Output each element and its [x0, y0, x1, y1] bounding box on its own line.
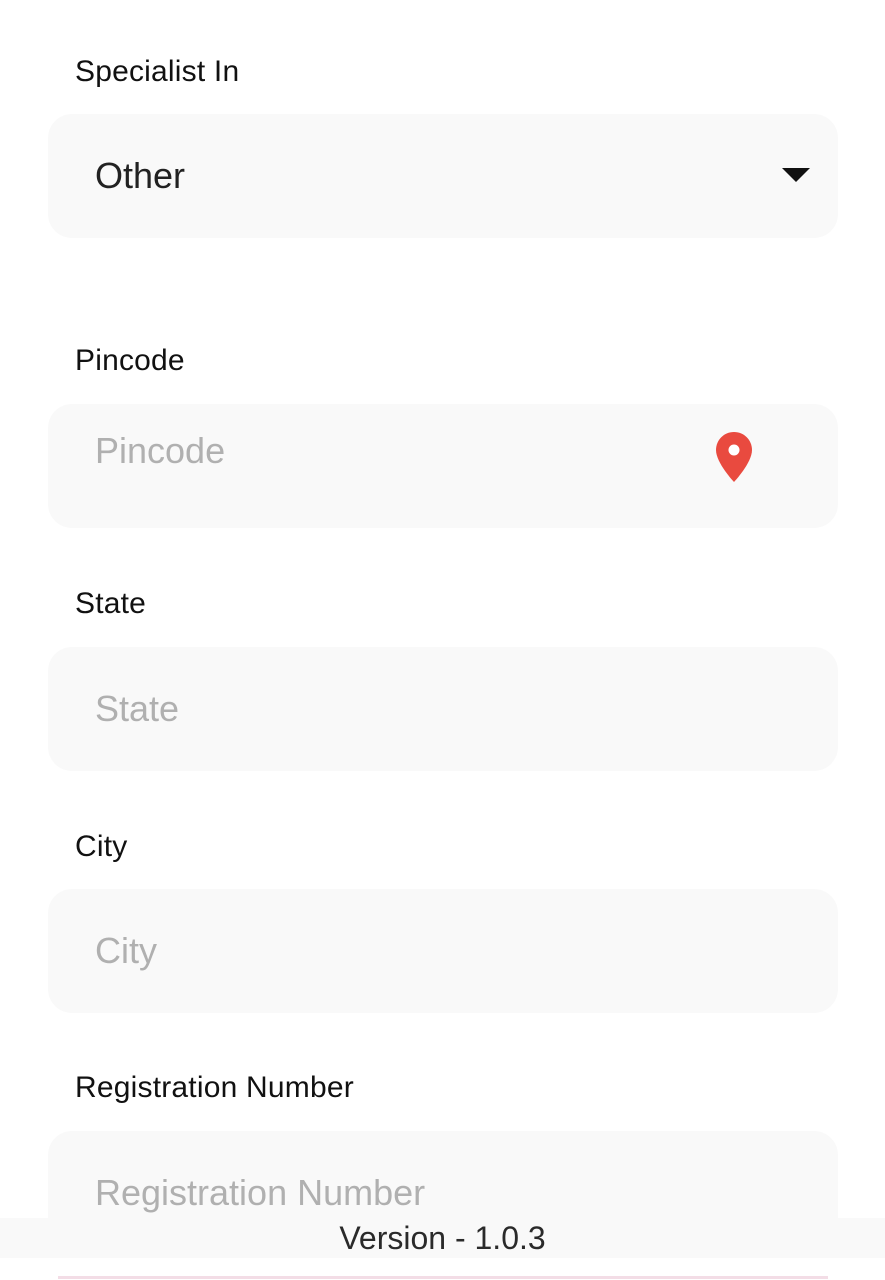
- registration-label: Registration Number: [75, 1071, 354, 1104]
- specialist-selected-value: Other: [95, 155, 186, 196]
- specialist-dropdown[interactable]: Other: [48, 114, 838, 238]
- pincode-field[interactable]: Pincode: [48, 404, 838, 528]
- specialist-label: Specialist In: [75, 55, 240, 88]
- state-label: State: [75, 587, 147, 620]
- pincode-label: Pincode: [75, 344, 185, 377]
- city-label: City: [75, 830, 128, 863]
- registration-form-screen: Specialist In Other Pincode Pincode Stat…: [0, 0, 885, 1280]
- registration-placeholder: Registration Number: [95, 1172, 426, 1213]
- state-field[interactable]: State: [48, 647, 838, 771]
- city-placeholder: City: [95, 930, 157, 971]
- location-pin-icon[interactable]: [716, 432, 752, 482]
- footer-divider: [58, 1276, 828, 1279]
- dropdown-caret-icon: [782, 168, 810, 182]
- state-placeholder: State: [95, 688, 180, 729]
- city-field[interactable]: City: [48, 889, 838, 1013]
- pincode-placeholder: Pincode: [95, 430, 226, 471]
- version-label: Version - 1.0.3: [0, 1218, 885, 1258]
